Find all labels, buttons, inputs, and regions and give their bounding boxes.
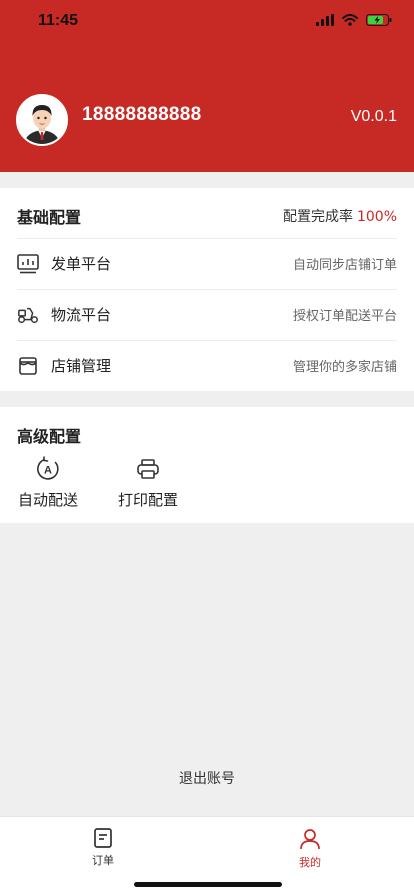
printer-icon <box>134 455 162 483</box>
tab-mine[interactable]: 我的 <box>270 827 350 870</box>
config-item-label: 店铺管理 <box>51 357 112 375</box>
basic-config-card: 基础配置 配置完成率 100% 发单平台 自动同步店铺订单 物流平台 授权订单配送… <box>0 188 414 391</box>
config-item-desc: 授权订单配送平台 <box>292 309 397 324</box>
user-icon <box>300 829 320 850</box>
svg-text:A: A <box>44 465 52 477</box>
completion-label: 配置完成率 <box>282 209 353 225</box>
status-time: 11:45 <box>38 12 79 29</box>
status-icons <box>316 14 392 26</box>
avatar-icon <box>18 96 66 144</box>
scooter-icon <box>17 304 39 326</box>
basic-config-title: 基础配置 <box>17 208 82 227</box>
config-item-order-platform[interactable]: 发单平台 自动同步店铺订单 <box>17 238 397 288</box>
auto-rotate-icon: A <box>34 455 62 483</box>
tab-label: 我的 <box>299 856 321 869</box>
config-item-logistics-platform[interactable]: 物流平台 授权订单配送平台 <box>17 289 397 339</box>
battery-icon <box>366 14 392 26</box>
profile-header: 11:45 18888888888 V0.0.1 <box>0 0 414 172</box>
tool-auto-delivery[interactable]: A 自动配送 <box>18 455 78 510</box>
store-icon <box>17 355 39 377</box>
tab-orders[interactable]: 订单 <box>63 827 143 868</box>
app-version: V0.0.1 <box>350 108 397 125</box>
tool-print-config[interactable]: 打印配置 <box>118 455 178 510</box>
advanced-config-title: 高级配置 <box>17 427 82 446</box>
completion-value: 100% <box>356 209 397 225</box>
tab-label: 订单 <box>92 854 114 867</box>
avatar[interactable] <box>16 94 68 146</box>
user-phone: 18888888888 <box>82 104 202 125</box>
status-bar: 11:45 <box>0 0 414 44</box>
config-item-store-management[interactable]: 店铺管理 管理你的多家店铺 <box>17 340 397 390</box>
config-completion: 配置完成率 100% <box>283 206 397 226</box>
wifi-icon <box>342 14 358 26</box>
tool-label: 打印配置 <box>118 491 179 509</box>
config-item-label: 物流平台 <box>51 306 112 324</box>
config-item-label: 发单平台 <box>51 255 112 273</box>
home-indicator <box>134 882 282 887</box>
logout-button[interactable]: 退出账号 <box>0 768 414 788</box>
order-icon <box>94 828 112 848</box>
config-item-desc: 自动同步店铺订单 <box>292 258 397 273</box>
signal-icon <box>316 14 334 26</box>
tool-label: 自动配送 <box>18 491 79 509</box>
advanced-config-card: 高级配置 A 自动配送 打印配置 <box>0 407 414 523</box>
config-item-desc: 管理你的多家店铺 <box>292 360 397 375</box>
chart-board-icon <box>17 253 39 275</box>
